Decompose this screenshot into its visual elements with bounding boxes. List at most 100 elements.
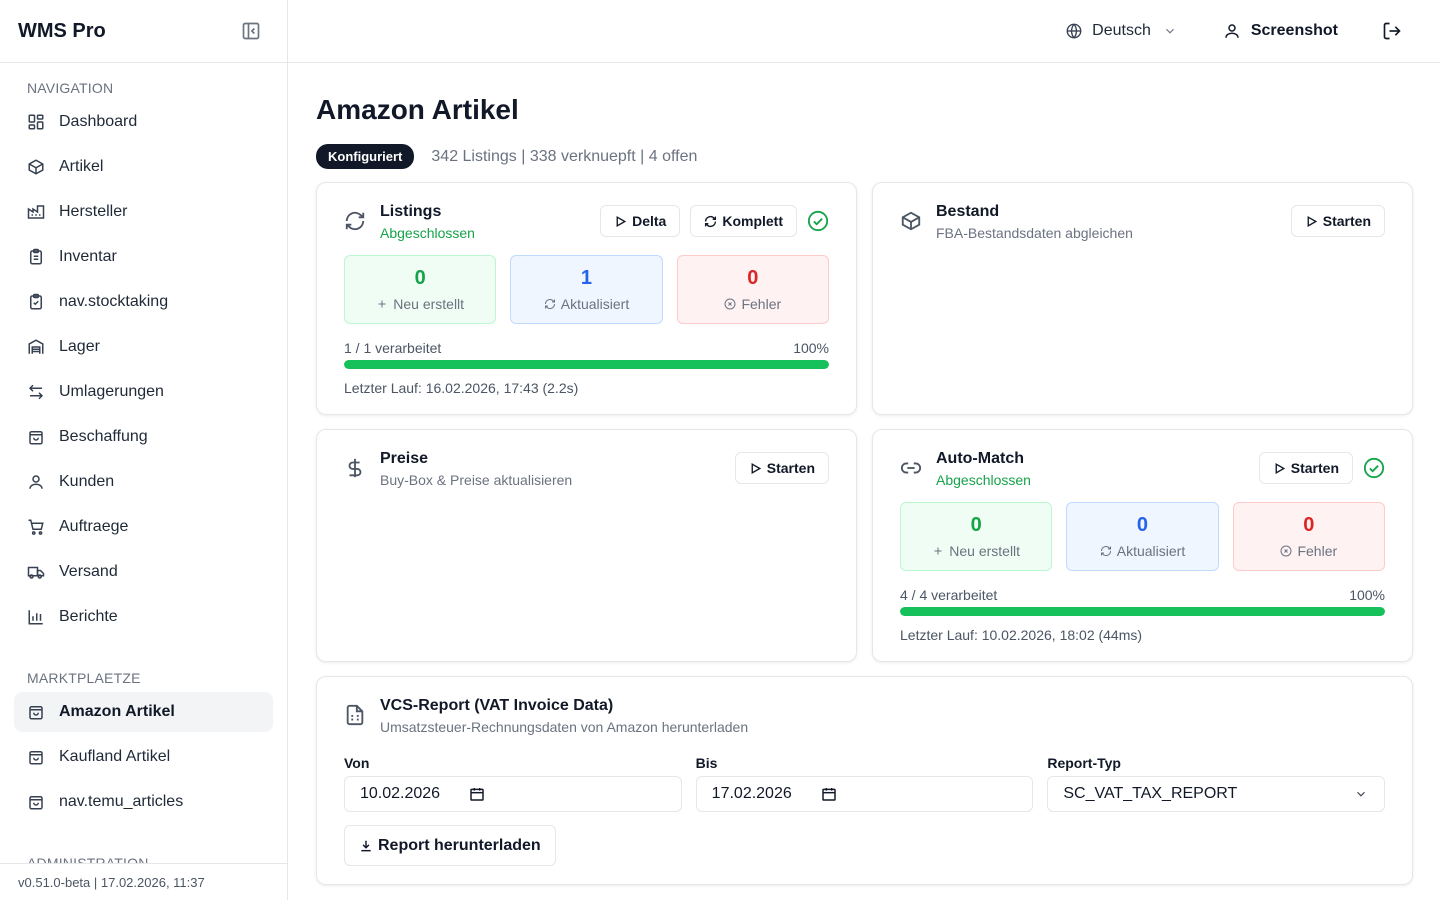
card-subtitle: Umsatzsteuer-Rechnungsdaten von Amazon h… — [380, 719, 749, 735]
listing-summary: 342 Listings | 338 verknuepft | 4 offen — [431, 147, 698, 165]
komplett-button-label: Komplett — [722, 213, 783, 229]
play-icon — [1307, 215, 1317, 227]
sidebar-item-label: nav.temu_articles — [59, 793, 184, 810]
refresh-icon — [705, 215, 717, 227]
play-icon — [1275, 462, 1285, 474]
from-date-input[interactable]: 10.02.2026 — [344, 776, 682, 812]
from-date-value: 10.02.2026 — [360, 785, 441, 802]
user-icon — [1225, 24, 1239, 38]
stat-updated: 1 Aktualisiert — [510, 255, 663, 324]
start-button-label: Starten — [766, 460, 815, 476]
sidebar-item-label: Kunden — [59, 473, 115, 490]
progress-bar — [344, 360, 829, 369]
sidebar-item-amazon-artikel[interactable]: Amazon Artikel — [14, 692, 273, 732]
status-badge: Konfiguriert — [316, 144, 415, 169]
check-circle-icon — [1363, 457, 1385, 479]
sidebar-item-inventar[interactable]: Inventar — [14, 237, 273, 277]
bar-chart-icon — [27, 608, 45, 626]
card-status: Abgeschlossen — [936, 472, 1031, 488]
shopping-bag-icon — [27, 428, 45, 446]
card-status: Abgeschlossen — [380, 225, 475, 241]
calendar-icon[interactable] — [469, 786, 485, 802]
sidebar-nav: NAVIGATION Dashboard Artikel Hersteller … — [0, 64, 287, 863]
sidebar-item-kunden[interactable]: Kunden — [14, 462, 273, 502]
cart-icon — [27, 518, 45, 536]
brand-header: WMS Pro — [0, 0, 287, 63]
sidebar-item-lager[interactable]: Lager — [14, 327, 273, 367]
language-selector[interactable]: Deutsch — [1065, 22, 1177, 40]
sidebar-item-label: Lager — [59, 338, 100, 355]
sidebar-item-label: Berichte — [59, 608, 118, 625]
listings-card: Listings Abgeschlossen Delta Komplett 0 … — [316, 182, 857, 415]
sidebar-item-label: Dashboard — [59, 113, 138, 130]
start-preise-button[interactable]: Starten — [734, 452, 829, 484]
from-label: Von — [344, 755, 370, 771]
plus-icon — [934, 547, 942, 555]
topbar: Deutsch Screenshot — [288, 0, 1440, 63]
stat-updated-value: 0 — [1136, 514, 1149, 536]
komplett-button[interactable]: Komplett — [690, 205, 797, 237]
shopping-bag-icon — [27, 748, 45, 766]
start-bestand-button[interactable]: Starten — [1290, 205, 1385, 237]
sidebar-item-label: Inventar — [59, 248, 117, 265]
sidebar-item-label: Auftraege — [59, 518, 129, 535]
stat-updated: 0 Aktualisiert — [1066, 502, 1219, 571]
stat-errors-label: Fehler — [741, 296, 782, 312]
sidebar-collapse-icon[interactable] — [239, 19, 263, 43]
download-report-button[interactable]: Report herunterladen — [344, 825, 556, 866]
status-row: Konfiguriert 342 Listings | 338 verknuep… — [316, 144, 697, 169]
stat-errors-value: 0 — [1303, 514, 1315, 536]
clipboard-icon — [27, 248, 45, 266]
stat-created-label: Neu erstellt — [393, 296, 465, 312]
report-type-field: Report-Typ SC_VAT_TAX_REPORT — [1047, 755, 1386, 812]
download-button-label: Report herunterladen — [378, 836, 541, 854]
link-icon — [900, 462, 922, 474]
shopping-bag-icon — [27, 793, 45, 811]
to-date-input[interactable]: 17.02.2026 — [695, 776, 1034, 812]
sidebar-item-label: Beschaffung — [59, 428, 148, 445]
to-date-value: 17.02.2026 — [711, 785, 792, 802]
language-label: Deutsch — [1092, 22, 1151, 39]
delta-button-label: Delta — [632, 213, 667, 229]
delta-button[interactable]: Delta — [600, 205, 681, 237]
to-field: Bis 17.02.2026 — [695, 755, 1034, 812]
sidebar-item-artikel[interactable]: Artikel — [14, 147, 273, 187]
start-button-label: Starten — [1290, 460, 1339, 476]
sidebar-item-hersteller[interactable]: Hersteller — [14, 192, 273, 232]
calendar-icon[interactable] — [821, 786, 837, 802]
report-type-select[interactable]: SC_VAT_TAX_REPORT — [1047, 776, 1386, 812]
start-automatch-button[interactable]: Starten — [1258, 452, 1353, 484]
progress-fill — [900, 607, 1385, 616]
stat-created-label: Neu erstellt — [949, 543, 1021, 559]
clipboard-check-icon — [27, 293, 45, 311]
sidebar-item-beschaffung[interactable]: Beschaffung — [14, 417, 273, 457]
to-label: Bis — [695, 755, 718, 771]
last-run: Letzter Lauf: 10.02.2026, 18:02 (44ms) — [900, 627, 1143, 643]
arrows-left-right-icon — [27, 383, 45, 401]
x-circle-icon — [1280, 545, 1292, 557]
sidebar-item-auftraege[interactable]: Auftraege — [14, 507, 273, 547]
truck-icon — [27, 563, 45, 581]
download-icon — [361, 840, 371, 851]
sidebar-item-dashboard[interactable]: Dashboard — [14, 102, 273, 142]
nav-section-navigation: NAVIGATION — [27, 80, 114, 96]
logout-icon[interactable] — [1382, 21, 1402, 41]
sidebar-item-umlagerungen[interactable]: Umlagerungen — [14, 372, 273, 412]
user-name: Screenshot — [1250, 22, 1338, 39]
card-title: Listings — [380, 203, 442, 220]
user-menu[interactable]: Screenshot — [1223, 22, 1338, 40]
sidebar-item-stocktaking[interactable]: nav.stocktaking — [14, 282, 273, 322]
last-run: Letzter Lauf: 16.02.2026, 17:43 (2.2s) — [344, 380, 579, 396]
stat-created-value: 0 — [414, 267, 426, 289]
progress-fill — [344, 360, 829, 369]
user-icon — [27, 473, 45, 491]
sidebar-item-label: Versand — [59, 563, 118, 580]
start-button-label: Starten — [1322, 213, 1371, 229]
sidebar-item-berichte[interactable]: Berichte — [14, 597, 273, 637]
play-icon — [751, 462, 761, 474]
sidebar-item-temu-articles[interactable]: nav.temu_articles — [14, 782, 273, 822]
sidebar-item-kaufland-artikel[interactable]: Kaufland Artikel — [14, 737, 273, 777]
sidebar-item-versand[interactable]: Versand — [14, 552, 273, 592]
bestand-card: Bestand FBA-Bestandsdaten abgleichen Sta… — [872, 182, 1413, 415]
check-circle-icon — [807, 210, 829, 232]
